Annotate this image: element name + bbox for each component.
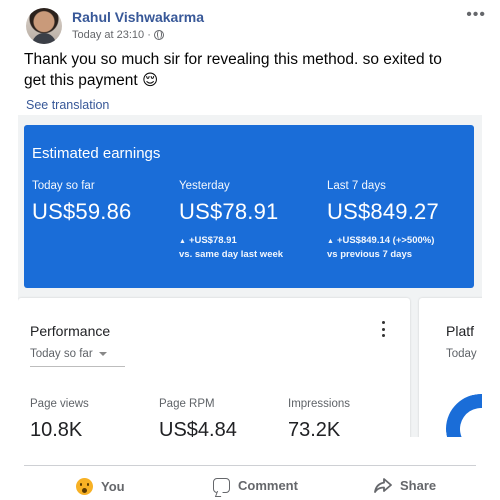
earnings-today: Today so far US$59.86 [32,180,172,225]
earnings-yesterday: Yesterday US$78.91 ▲ +US$78.91 vs. same d… [179,180,319,261]
metric-label: Page views [30,398,89,410]
metric-page-rpm: Page RPM US$4.84 [159,398,237,437]
post-action-bar: You Comment Share [24,465,476,500]
date-range-value: Today so far [30,348,93,360]
platforms-range: Today [446,348,477,360]
post-meta: Today at 23:10 · [72,29,164,41]
earnings-value: US$849.27 [327,199,439,224]
earnings-value: US$78.91 [179,199,279,224]
react-label: You [101,479,125,494]
globe-icon [153,30,164,40]
delta-value: +US$849.14 (+>500%) [336,235,435,246]
wow-reaction-icon [76,478,93,495]
share-icon [374,478,392,493]
donut-chart-segment [440,388,482,437]
earnings-value: US$59.86 [32,199,132,224]
estimated-earnings-card: Estimated earnings Today so far US$59.86… [24,125,474,288]
date-range-select: Today so far [30,348,107,360]
metric-value: 10.8K [30,419,83,437]
metric-impressions: Impressions 73.2K [288,398,350,437]
caret-down-icon [98,352,107,356]
avatar[interactable] [26,8,62,44]
estimated-earnings-title: Estimated earnings [32,145,161,162]
metric-label: Page RPM [159,398,215,410]
post-text: Thank you so much sir for revealing this… [24,51,442,89]
delta-value: +US$78.91 [188,235,237,246]
share-button[interactable]: Share [374,478,436,493]
up-arrow-icon: ▲ [179,238,186,245]
platforms-title: Platf [446,323,475,339]
earnings-label: Today so far [32,180,95,192]
delta-compare: vs. same day last week [179,249,284,260]
metric-page-views: Page views 10.8K [30,398,89,437]
see-translation-link[interactable]: See translation [26,98,109,112]
timestamp[interactable]: Today at 23:10 · [72,29,151,41]
more-options-icon[interactable]: ••• [466,7,486,23]
metric-label: Impressions [288,398,350,410]
post-header: Rahul Vishwakarma Today at 23:10 · ••• [26,6,486,46]
metric-value: US$4.84 [159,419,237,437]
performance-title: Performance [30,323,111,339]
performance-card: Performance Today so far Page views 10.8… [18,298,410,437]
earnings-delta: ▲ +US$78.91 vs. same day last week [179,234,319,261]
earnings-last-7-days: Last 7 days US$849.27 ▲ +US$849.14 (+>500… [327,180,477,261]
react-button[interactable]: You [76,478,125,495]
earnings-label: Last 7 days [327,180,386,192]
comment-button[interactable]: Comment [213,478,298,493]
comment-label: Comment [238,478,298,493]
platforms-card: Platf Today [419,298,482,437]
author-name[interactable]: Rahul Vishwakarma [72,9,204,25]
earnings-delta: ▲ +US$849.14 (+>500%) vs previous 7 days [327,234,477,261]
metric-value: 73.2K [288,419,341,437]
earnings-label: Yesterday [179,180,230,192]
select-underline [30,366,125,367]
share-label: Share [400,478,437,493]
up-arrow-icon: ▲ [327,238,334,245]
more-vert-icon [382,321,386,337]
comment-icon [213,478,230,493]
delta-compare: vs previous 7 days [327,249,413,260]
attached-image[interactable]: Estimated earnings Today so far US$59.86… [18,115,482,437]
